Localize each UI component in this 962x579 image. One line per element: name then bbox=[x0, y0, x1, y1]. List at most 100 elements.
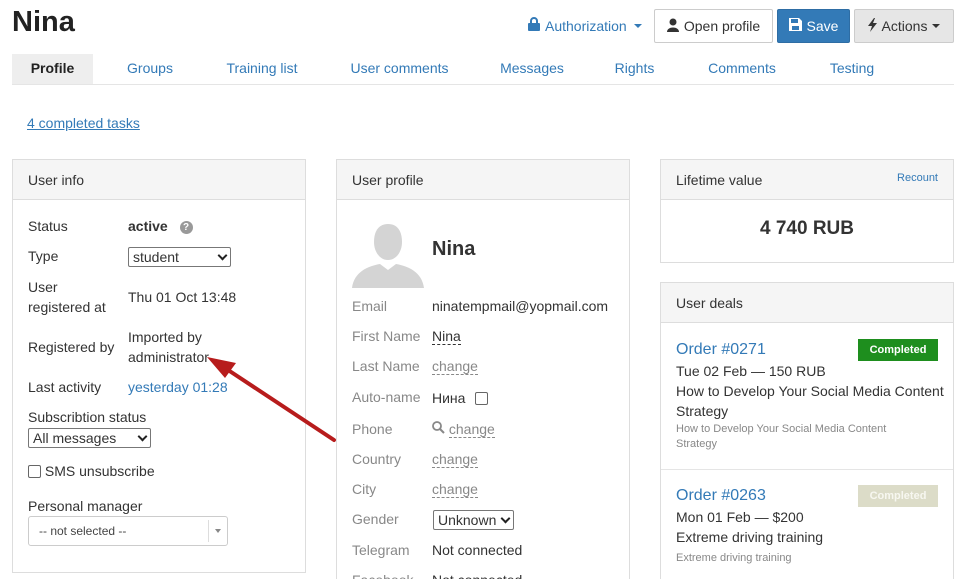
registered-by-value: Imported by administrator bbox=[128, 327, 209, 367]
deal-date-price: Mon 01 Feb — $200 bbox=[676, 509, 804, 525]
registered-label-line1: User bbox=[28, 279, 58, 295]
phone-change[interactable]: change bbox=[448, 421, 495, 438]
save-label: Save bbox=[806, 18, 839, 34]
lifetime-value-panel: Lifetime value Recount 4 740 RUB bbox=[660, 159, 954, 263]
auto-name-label: Auto-name bbox=[352, 389, 421, 405]
tab-testing[interactable]: Testing bbox=[817, 54, 887, 84]
manager-label: Personal manager bbox=[28, 498, 143, 514]
chevron-down-icon bbox=[215, 529, 221, 533]
subscription-label: Subscribtion status bbox=[28, 409, 147, 425]
type-label: Type bbox=[28, 248, 59, 264]
search-icon bbox=[432, 421, 449, 437]
user-info-panel: User info Status active ? Type student U… bbox=[12, 159, 306, 573]
help-icon[interactable]: ? bbox=[179, 221, 193, 234]
phone-label: Phone bbox=[352, 421, 393, 437]
user-deals-panel: User deals Order #0271 Completed Tue 02 … bbox=[660, 282, 954, 579]
registered-by-line2: administrator bbox=[128, 349, 209, 365]
last-activity-label: Last activity bbox=[28, 379, 102, 395]
select-divider bbox=[208, 520, 209, 542]
completed-tasks-link[interactable]: 4 completed tasks bbox=[27, 115, 140, 131]
manager-select-value: -- not selected -- bbox=[39, 524, 127, 538]
auto-name-row: Нина bbox=[432, 388, 489, 408]
facebook-label: Facebook bbox=[352, 570, 413, 579]
status-value: active bbox=[128, 218, 168, 234]
city-label: City bbox=[352, 481, 377, 497]
save-button[interactable]: Save bbox=[777, 9, 850, 43]
last-name-change[interactable]: change bbox=[432, 358, 478, 375]
last-activity-value[interactable]: yesterday 01:28 bbox=[128, 377, 228, 397]
lock-icon bbox=[528, 17, 540, 34]
status-value-wrap: active ? bbox=[128, 216, 193, 236]
user-info-title: User info bbox=[13, 160, 305, 200]
subscription-select[interactable]: All messages bbox=[28, 428, 151, 448]
profile-tabs: Profile Groups Training list User commen… bbox=[12, 54, 954, 85]
city-change[interactable]: change bbox=[432, 481, 478, 498]
auto-name-checkbox[interactable] bbox=[475, 392, 489, 405]
last-name-label: Last Name bbox=[352, 358, 420, 374]
gender-select[interactable]: Unknown bbox=[433, 510, 514, 530]
deal-product-small-line2: Strategy bbox=[676, 438, 717, 450]
user-profile-panel: User profile Nina Email ninatempmail@yop… bbox=[336, 159, 630, 579]
lifetime-title: Lifetime value bbox=[676, 172, 763, 188]
actions-label: Actions bbox=[881, 18, 928, 34]
authorization-dropdown[interactable]: Authorization bbox=[528, 17, 642, 34]
registered-value: Thu 01 Oct 13:48 bbox=[128, 289, 237, 305]
deal-product-line2: Strategy bbox=[676, 403, 729, 419]
country-label: Country bbox=[352, 451, 402, 467]
chevron-down-icon bbox=[217, 250, 228, 260]
actions-dropdown-button[interactable]: Actions bbox=[854, 9, 954, 43]
registered-label-line2: registered at bbox=[28, 299, 106, 315]
floppy-disk-icon bbox=[788, 18, 802, 34]
tab-groups[interactable]: Groups bbox=[115, 54, 185, 84]
tab-comments[interactable]: Comments bbox=[697, 54, 787, 84]
deal-product-small-line1: How to Develop Your Social Media Content bbox=[676, 423, 887, 435]
facebook-value: Not connected bbox=[432, 570, 522, 579]
type-select[interactable]: student bbox=[128, 247, 231, 267]
gender-label: Gender bbox=[352, 511, 399, 527]
tab-rights[interactable]: Rights bbox=[602, 54, 667, 84]
user-profile-title: User profile bbox=[337, 160, 629, 200]
manager-select[interactable]: -- not selected -- bbox=[28, 516, 228, 546]
order-link-0271[interactable]: Order #0271 bbox=[676, 341, 766, 359]
registered-label: User registered at bbox=[28, 277, 106, 317]
chevron-down-icon bbox=[500, 513, 511, 523]
open-profile-button[interactable]: Open profile bbox=[654, 9, 773, 43]
user-icon bbox=[666, 18, 679, 35]
authorization-label: Authorization bbox=[545, 17, 627, 34]
first-name-field[interactable]: Nina bbox=[432, 328, 461, 345]
order-link-0263[interactable]: Order #0263 bbox=[676, 487, 766, 505]
subscription-select-value: All messages bbox=[33, 430, 117, 446]
recount-link[interactable]: Recount bbox=[897, 172, 938, 184]
user-deals-title: User deals bbox=[661, 283, 953, 323]
chevron-down-icon bbox=[633, 23, 642, 28]
tab-profile[interactable]: Profile bbox=[12, 54, 93, 84]
lifetime-value: 4 740 RUB bbox=[760, 218, 854, 239]
country-change[interactable]: change bbox=[432, 451, 478, 468]
sms-unsubscribe-checkbox[interactable] bbox=[28, 465, 41, 478]
tab-user-comments[interactable]: User comments bbox=[342, 54, 457, 84]
page-title: Nina bbox=[12, 6, 75, 38]
telegram-value: Not connected bbox=[432, 542, 523, 558]
deal-product-line1: How to Develop Your Social Media Content bbox=[676, 383, 944, 399]
open-profile-label: Open profile bbox=[683, 18, 761, 34]
deal-date-price: Tue 02 Feb — 150 RUB bbox=[676, 363, 826, 379]
first-name-label: First Name bbox=[352, 328, 421, 344]
deal-product-small-line1: Extreme driving training bbox=[676, 552, 792, 564]
status-badge: Completed bbox=[858, 485, 938, 507]
bolt-icon bbox=[867, 17, 877, 35]
chevron-down-icon bbox=[932, 24, 941, 28]
sms-unsubscribe-row: SMS unsubscribe bbox=[28, 461, 155, 481]
tab-training-list[interactable]: Training list bbox=[217, 54, 307, 84]
registered-by-line1: Imported by bbox=[128, 329, 202, 345]
type-select-value: student bbox=[133, 249, 179, 265]
lifetime-title-bar: Lifetime value Recount bbox=[661, 160, 953, 200]
auto-name-value: Нина bbox=[432, 390, 466, 406]
profile-name: Nina bbox=[432, 238, 476, 260]
email-label: Email bbox=[352, 298, 388, 314]
chevron-down-icon bbox=[137, 431, 148, 441]
telegram-label: Telegram bbox=[352, 542, 410, 558]
avatar-placeholder-icon bbox=[352, 218, 424, 288]
email-value: ninatempmail@yopmail.com bbox=[432, 298, 609, 314]
sms-unsubscribe-label: SMS unsubscribe bbox=[44, 463, 155, 479]
tab-messages[interactable]: Messages bbox=[487, 54, 577, 84]
